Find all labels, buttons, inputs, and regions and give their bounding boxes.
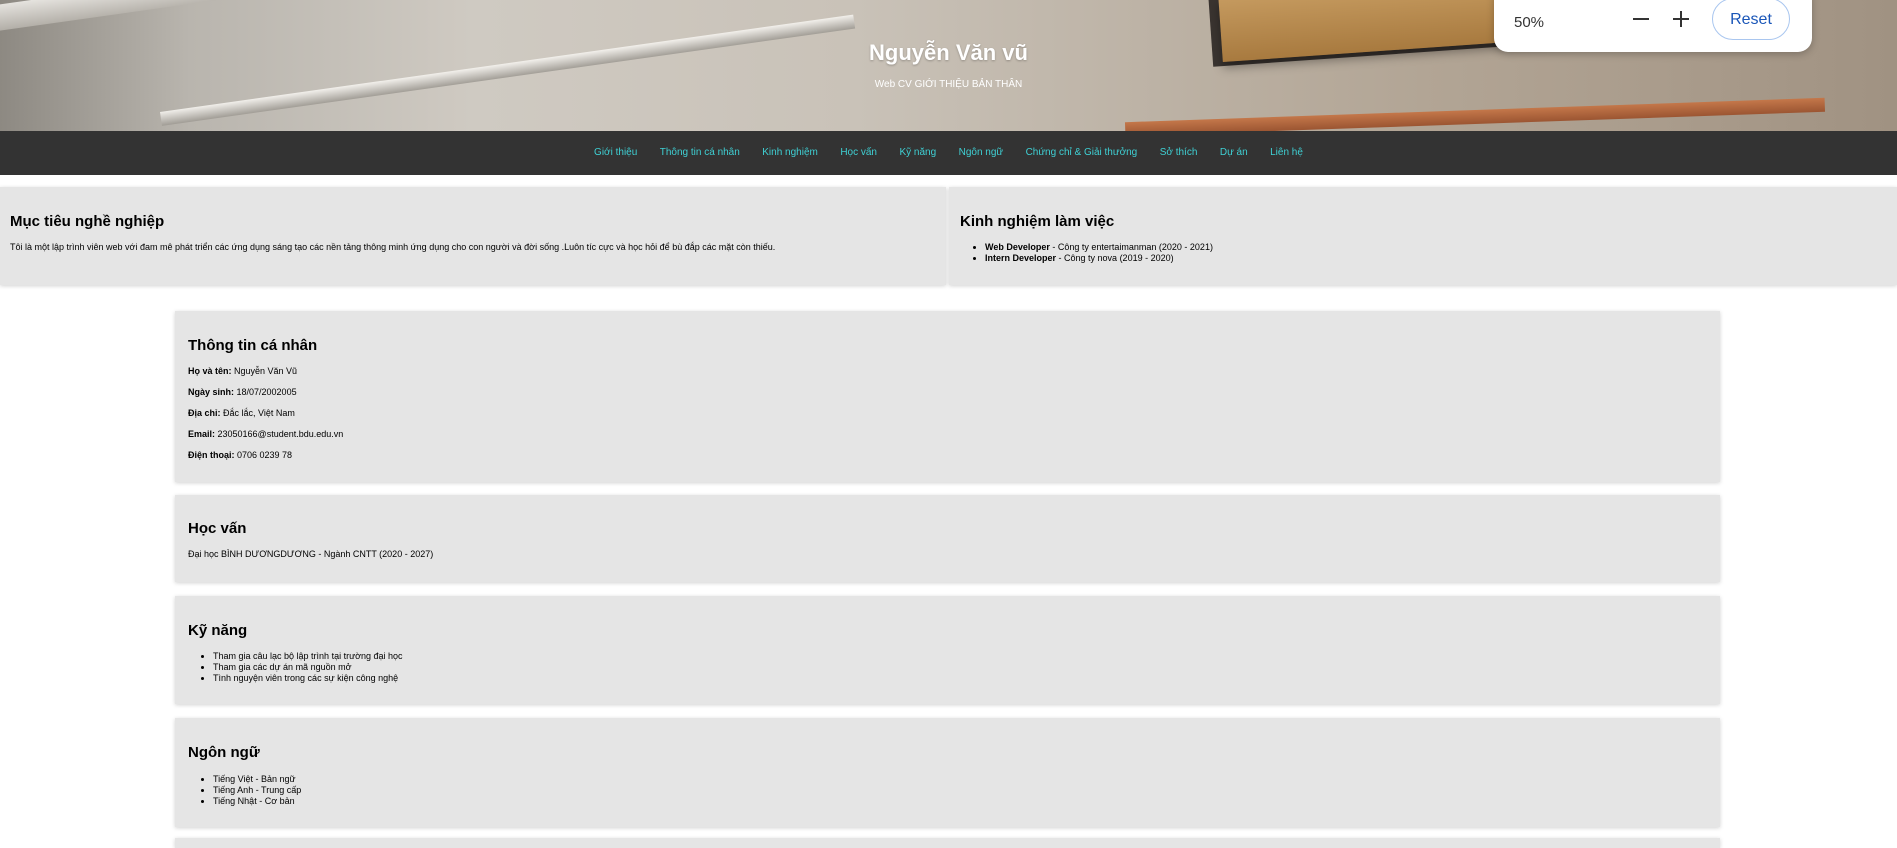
info-value: 0706 0239 78 (234, 450, 293, 460)
experience-detail: - Công ty entertaimanman (2020 - 2021) (1049, 242, 1213, 252)
experience-role: Intern Developer (985, 253, 1057, 263)
section-title: Mục tiêu nghề nghiệp (10, 213, 165, 230)
languages-section: Ngôn ngữ Tiếng Việt - Bản ngữ Tiếng Anh … (175, 718, 1720, 827)
zoom-in-button[interactable] (1668, 6, 1694, 32)
nav-item-lien-he[interactable]: Liên hệ (1270, 131, 1303, 175)
personal-info-section: Thông tin cá nhân Họ và tên: Nguyễn Văn … (175, 311, 1720, 482)
experience-list: Web Developer - Công ty entertaimanman (… (960, 242, 1213, 264)
list-item: Tình nguyện viên trong các sự kiện công … (213, 673, 403, 684)
career-goal-section: Mục tiêu nghề nghiệp Tôi là một lập trìn… (0, 187, 946, 285)
info-value: Nguyễn Văn Vũ (231, 366, 298, 376)
list-item: Intern Developer - Công ty nova (2019 - … (985, 253, 1213, 264)
nav-item-ky-nang[interactable]: Kỹ năng (899, 131, 936, 175)
background-shelf (0, 0, 677, 36)
info-label: Họ và tên: (188, 366, 232, 376)
background-shelf-lower (160, 14, 856, 126)
list-item: Tham gia câu lạc bộ lập trình tại trường… (213, 651, 403, 662)
nav-item-chung-chi[interactable]: Chứng chỉ & Giải thưởng (1026, 131, 1138, 175)
education-section: Học vấn Đại học BÌNH DƯƠNGDƯƠNG - Ngành … (175, 495, 1720, 582)
nav-item-kinh-nghiem[interactable]: Kinh nghiệm (762, 131, 818, 175)
info-label: Email: (188, 429, 216, 439)
section-title: Ngôn ngữ (188, 744, 260, 761)
nav-item-hoc-van[interactable]: Học vấn (840, 131, 877, 175)
skills-list: Tham gia câu lạc bộ lập trình tại trường… (188, 651, 403, 684)
info-row-address: Địa chỉ: Đắc lắc, Việt Nam (188, 408, 295, 418)
info-value: 18/07/2002005 (234, 387, 297, 397)
list-item: Tham gia các dự án mã nguồn mở (213, 662, 403, 673)
zoom-popup: 50% Reset (1494, 0, 1812, 52)
nav-item-du-an[interactable]: Dự án (1220, 131, 1248, 175)
section-title: Kinh nghiệm làm việc (960, 213, 1115, 230)
section-title: Thông tin cá nhân (188, 337, 318, 354)
nav-item-gioi-thieu[interactable]: Giới thiệu (594, 131, 637, 175)
career-goal-text: Tôi là một lập trình viên web với đam mê… (10, 242, 776, 252)
page-subtitle: Web CV GIỚI THIỆU BẢN THÂN (874, 79, 1023, 90)
background-desk (1124, 97, 1826, 131)
info-value: Đắc lắc, Việt Nam (220, 408, 295, 418)
section-title: Học vấn (188, 520, 247, 537)
zoom-out-button[interactable] (1628, 6, 1654, 32)
info-row-name: Họ và tên: Nguyễn Văn Vũ (188, 366, 297, 376)
info-label: Địa chỉ: (188, 408, 221, 418)
list-item: Tiếng Anh - Trung cấp (213, 785, 301, 796)
zoom-reset-button[interactable]: Reset (1712, 0, 1790, 40)
main-nav: Giới thiệu Thông tin cá nhân Kinh nghiệm… (0, 131, 1897, 175)
experience-detail: - Công ty nova (2019 - 2020) (1056, 253, 1174, 263)
skills-section: Kỹ năng Tham gia câu lạc bộ lập trình tạ… (175, 596, 1720, 704)
next-section-partial (175, 838, 1720, 848)
nav-item-so-thich[interactable]: Sở thích (1160, 131, 1198, 175)
work-experience-section: Kinh nghiệm làm việc Web Developer - Côn… (949, 187, 1897, 285)
section-title: Kỹ năng (188, 622, 248, 639)
info-value: 23050166@student.bdu.edu.vn (215, 429, 344, 439)
nav-item-thong-tin-ca-nhan[interactable]: Thông tin cá nhân (660, 131, 740, 175)
list-item: Web Developer - Công ty entertaimanman (… (985, 242, 1213, 253)
info-row-email: Email: 23050166@student.bdu.edu.vn (188, 429, 343, 439)
info-row-birthdate: Ngày sinh: 18/07/2002005 (188, 387, 297, 397)
info-row-phone: Điện thoại: 0706 0239 78 (188, 450, 292, 460)
education-text: Đại học BÌNH DƯƠNGDƯƠNG - Ngành CNTT (20… (188, 549, 434, 559)
nav-item-ngon-ngu[interactable]: Ngôn ngữ (959, 131, 1004, 175)
zoom-level: 50% (1514, 14, 1545, 31)
info-label: Điện thoại: (188, 450, 235, 460)
experience-role: Web Developer (985, 242, 1050, 252)
minus-icon (1633, 18, 1649, 20)
list-item: Tiếng Nhật - Cơ bản (213, 796, 301, 807)
languages-list: Tiếng Việt - Bản ngữ Tiếng Anh - Trung c… (188, 774, 301, 807)
list-item: Tiếng Việt - Bản ngữ (213, 774, 301, 785)
info-label: Ngày sinh: (188, 387, 235, 397)
plus-icon (1673, 11, 1689, 27)
